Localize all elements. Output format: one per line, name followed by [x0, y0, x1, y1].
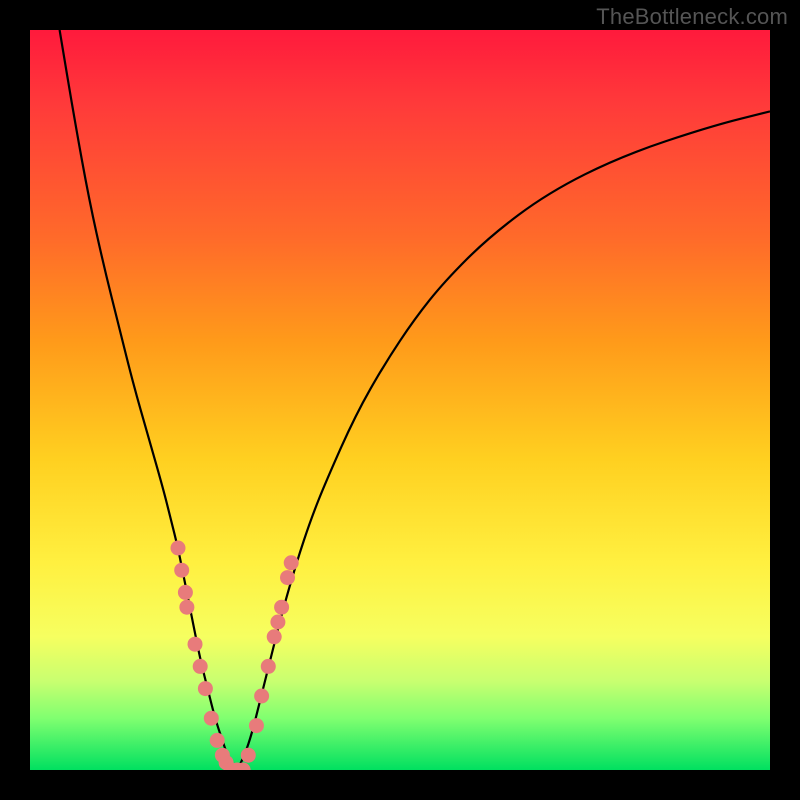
highlight-dot	[254, 689, 269, 704]
highlight-dot	[204, 711, 219, 726]
highlight-dot	[188, 637, 203, 652]
curve-group	[60, 30, 770, 770]
highlight-dot	[249, 718, 264, 733]
highlight-dot	[267, 629, 282, 644]
chart-frame: TheBottleneck.com	[0, 0, 800, 800]
highlight-dots	[171, 541, 299, 771]
curve-left-branch	[60, 30, 238, 770]
highlight-dot	[274, 600, 289, 615]
highlight-dot	[198, 681, 213, 696]
watermark-text: TheBottleneck.com	[596, 4, 788, 30]
highlight-dot	[178, 585, 193, 600]
plot-area	[30, 30, 770, 770]
highlight-dot	[193, 659, 208, 674]
chart-svg	[30, 30, 770, 770]
highlight-dot	[241, 748, 256, 763]
curve-right-branch	[237, 111, 770, 770]
highlight-dot	[270, 615, 285, 630]
highlight-dot	[280, 570, 295, 585]
highlight-dot	[171, 541, 186, 556]
highlight-dot	[174, 563, 189, 578]
highlight-dot	[179, 600, 194, 615]
highlight-dot	[210, 733, 225, 748]
highlight-dot	[261, 659, 276, 674]
highlight-dot	[284, 555, 299, 570]
